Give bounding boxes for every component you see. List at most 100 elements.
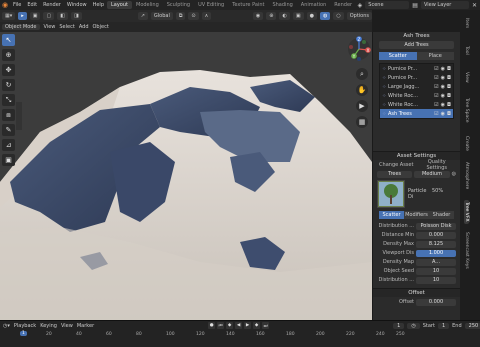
camera-icon[interactable]: ◘ bbox=[447, 66, 451, 72]
3d-viewport[interactable] bbox=[0, 32, 372, 320]
menu-select[interactable]: Select bbox=[59, 24, 74, 30]
pan-hand-icon[interactable]: ✋ bbox=[356, 84, 368, 96]
prev-keyframe-icon[interactable]: ◆ bbox=[226, 322, 234, 329]
transform-tool-icon[interactable]: ⧈ bbox=[2, 109, 15, 121]
workspace-tab-animation[interactable]: Animation bbox=[297, 1, 331, 9]
camera-icon[interactable]: ◘ bbox=[447, 111, 451, 117]
end-frame-field[interactable]: 250 bbox=[464, 322, 480, 329]
shading-solid-icon[interactable]: ● bbox=[306, 12, 317, 20]
menu-help[interactable]: Help bbox=[90, 2, 107, 8]
camera-icon[interactable]: ◘ bbox=[447, 75, 451, 81]
navigation-gizmo[interactable]: X Y Z bbox=[346, 36, 372, 62]
overlay-toggle-icon[interactable]: ◐ bbox=[279, 12, 290, 20]
current-frame-field[interactable]: 1 bbox=[393, 322, 405, 329]
xray-toggle-icon[interactable]: ▣ bbox=[292, 12, 304, 20]
orientation-dropdown[interactable]: Global bbox=[150, 12, 173, 20]
menu-object[interactable]: Object bbox=[93, 24, 109, 30]
offset-header[interactable]: Offset bbox=[373, 288, 460, 297]
timeline-ruler[interactable]: 1 20 40 60 80 100 120 140 160 180 200 22… bbox=[0, 331, 480, 340]
close-view-layer-icon[interactable]: ✕ bbox=[472, 2, 480, 9]
list-item[interactable]: ⁘ White Roc... ☑ ◉ ◘ bbox=[380, 91, 453, 100]
move-tool-icon[interactable]: ✥ bbox=[2, 64, 15, 76]
list-item[interactable]: ⁘ Pumice Pr... ☑ ◉ ◘ bbox=[380, 64, 453, 73]
play-reverse-icon[interactable]: ◀ bbox=[235, 322, 243, 329]
quality-dropdown[interactable]: Medium bbox=[414, 170, 450, 178]
eye-icon[interactable]: ◉ bbox=[441, 75, 445, 81]
select-cursor-icon[interactable]: ↖ bbox=[2, 34, 15, 46]
proportional-falloff-icon[interactable]: ∧ bbox=[201, 12, 212, 20]
timeline-editor-icon[interactable]: ◷▾ bbox=[3, 323, 10, 329]
checkbox-icon[interactable]: ☑ bbox=[434, 102, 438, 108]
eye-icon[interactable]: ◉ bbox=[441, 93, 445, 99]
object-mode-dropdown[interactable]: Object Mode bbox=[2, 24, 40, 30]
menu-edit[interactable]: Edit bbox=[24, 2, 40, 8]
playhead[interactable]: 1 bbox=[20, 331, 27, 336]
side-tab-tool[interactable]: Tool bbox=[464, 46, 469, 55]
subtab-modifiers[interactable]: Modifiers bbox=[404, 211, 429, 219]
tree-thumbnail[interactable] bbox=[377, 180, 405, 208]
menu-file[interactable]: File bbox=[10, 2, 24, 8]
side-tab-create[interactable]: Create bbox=[464, 136, 469, 151]
select-invert-icon[interactable]: ◧ bbox=[57, 12, 68, 20]
shading-rendered-icon[interactable]: ○ bbox=[333, 12, 344, 20]
checkbox-icon[interactable]: ☑ bbox=[434, 84, 438, 90]
menu-view-timeline[interactable]: View bbox=[61, 323, 73, 329]
checkbox-icon[interactable]: ☑ bbox=[434, 93, 438, 99]
side-tab-screencast-keys[interactable]: Screencast Keys bbox=[464, 232, 469, 269]
menu-view[interactable]: View bbox=[44, 24, 56, 30]
preview-range-icon[interactable]: ◷ bbox=[407, 322, 420, 329]
select-extend-icon[interactable]: ▣ bbox=[29, 12, 41, 20]
workspace-tab-sculpting[interactable]: Sculpting bbox=[163, 1, 194, 9]
add-cube-tool-icon[interactable]: ▣ bbox=[2, 154, 15, 166]
proportional-edit-icon[interactable]: ⊙ bbox=[188, 12, 199, 20]
list-item[interactable]: ⁘ White Roc... ☑ ◉ ◘ bbox=[380, 100, 453, 109]
eye-icon[interactable]: ◉ bbox=[441, 66, 445, 72]
eye-icon[interactable]: ◉ bbox=[441, 102, 445, 108]
quality-toggle-icon[interactable]: ◎ bbox=[452, 171, 456, 177]
particle-display-percent[interactable]: 50% bbox=[432, 188, 456, 200]
select-intersect-icon[interactable]: ◨ bbox=[70, 12, 82, 20]
workspace-tab-shading[interactable]: Shading bbox=[268, 1, 296, 9]
menu-window[interactable]: Window bbox=[64, 2, 90, 8]
side-tab-item[interactable]: Item bbox=[464, 18, 469, 28]
play-icon[interactable]: ▶ bbox=[244, 322, 252, 329]
list-item[interactable]: ⁘ Large Jagg... ☑ ◉ ◘ bbox=[380, 82, 453, 91]
list-item-selected[interactable]: ⁘ Ash Trees ☑ ◉ ◘ bbox=[380, 109, 453, 118]
workspace-tab-uv-editing[interactable]: UV Editing bbox=[194, 1, 228, 9]
menu-playback[interactable]: Playback bbox=[14, 323, 36, 329]
tab-scatter[interactable]: Scatter bbox=[379, 52, 417, 60]
camera-view-icon[interactable]: ▶ bbox=[356, 100, 368, 112]
menu-render[interactable]: Render bbox=[40, 2, 64, 8]
side-tab-view[interactable]: View bbox=[464, 72, 469, 83]
list-item[interactable]: ⁘ Pumice Pr... ☑ ◉ ◘ bbox=[380, 73, 453, 82]
editor-type-button[interactable]: ▦▾ bbox=[2, 12, 16, 20]
snap-icon[interactable]: ⧉ bbox=[175, 12, 186, 20]
eye-icon[interactable]: ◉ bbox=[441, 84, 445, 90]
cursor-tool-icon[interactable]: ⊕ bbox=[2, 49, 15, 61]
record-icon[interactable]: ● bbox=[208, 322, 216, 329]
annotate-tool-icon[interactable]: ✎ bbox=[2, 124, 15, 136]
zoom-icon[interactable]: ⌕ bbox=[356, 68, 368, 80]
scene-selector[interactable]: Scene bbox=[365, 1, 410, 9]
select-box-mode-icon[interactable]: ▸ bbox=[18, 12, 27, 20]
checkbox-icon[interactable]: ☑ bbox=[434, 66, 438, 72]
menu-keying[interactable]: Keying bbox=[40, 323, 57, 329]
transform-pivot-icon[interactable]: ↗ bbox=[137, 12, 148, 20]
gizmo-toggle-icon[interactable]: ⊕ bbox=[266, 12, 277, 20]
start-frame-field[interactable]: 1 bbox=[437, 322, 450, 329]
workspace-tab-layout[interactable]: Layout bbox=[107, 1, 132, 9]
select-subtract-icon[interactable]: ▢ bbox=[43, 12, 55, 20]
jump-end-icon[interactable]: ⏭ bbox=[262, 322, 270, 329]
subtab-shader[interactable]: Shader bbox=[429, 211, 454, 219]
menu-add[interactable]: Add bbox=[79, 24, 89, 30]
camera-icon[interactable]: ◘ bbox=[447, 93, 451, 99]
scale-tool-icon[interactable]: ⤡ bbox=[2, 94, 15, 106]
camera-icon[interactable]: ◘ bbox=[447, 84, 451, 90]
workspace-tab-modeling[interactable]: Modeling bbox=[132, 1, 163, 9]
menu-marker[interactable]: Marker bbox=[77, 323, 94, 329]
add-trees-button[interactable]: Add Trees bbox=[379, 41, 454, 49]
checkbox-icon[interactable]: ☑ bbox=[434, 75, 438, 81]
workspace-tab-render[interactable]: Render bbox=[330, 1, 356, 9]
workspace-tab-texture-paint[interactable]: Texture Paint bbox=[228, 1, 268, 9]
grid-perspective-icon[interactable]: ▦ bbox=[356, 116, 368, 128]
